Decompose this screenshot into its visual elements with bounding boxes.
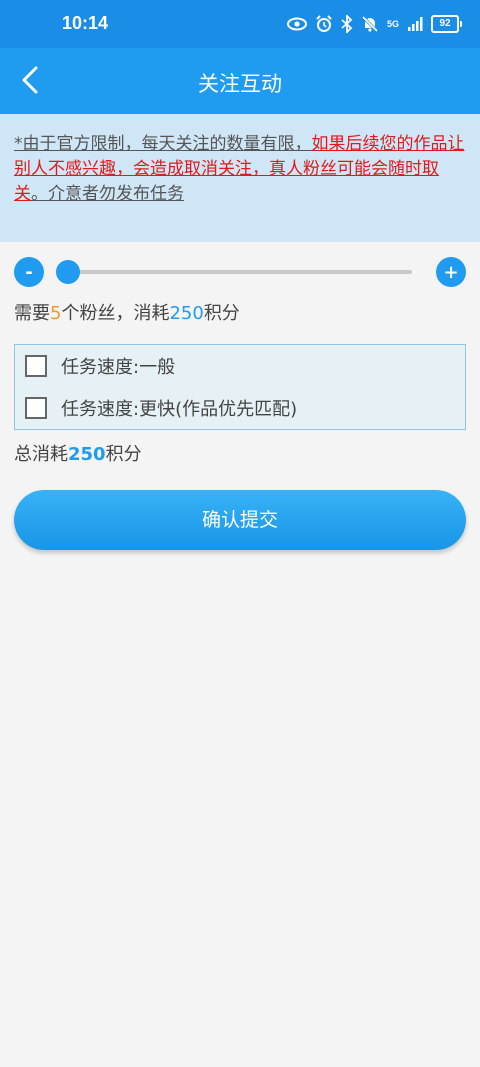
notice-banner: *由于官方限制，每天关注的数量有限，如果后续您的作品让别人不感兴趣，会造成取消关…	[0, 114, 480, 242]
need-middle: 个粉丝，消耗	[61, 303, 170, 324]
notice-text: *由于官方限制，每天关注的数量有限，如果后续您的作品让别人不感兴趣，会造成取消关…	[14, 132, 466, 207]
checkbox[interactable]	[25, 397, 47, 419]
slider-track[interactable]	[68, 270, 412, 274]
points-cost: 250	[169, 303, 204, 324]
follower-count: 5	[50, 303, 62, 324]
total-suffix: 积分	[105, 444, 142, 465]
requirement-text: 需要5个粉丝，消耗250积分	[14, 299, 240, 325]
signal-icon	[408, 17, 423, 31]
slider-thumb[interactable]	[56, 260, 80, 284]
need-suffix: 积分	[203, 303, 240, 324]
status-bar: 10:14 5G 92	[0, 0, 480, 48]
speed-option-label: 任务速度:更快(作品优先匹配)	[61, 399, 298, 420]
page-title: 关注互动	[198, 72, 282, 96]
battery-level: 92	[431, 15, 459, 33]
checkbox[interactable]	[25, 355, 47, 377]
notice-part-3: 。介意者勿发布任务	[31, 184, 184, 204]
total-points: 250	[68, 444, 106, 465]
bluetooth-icon	[341, 15, 353, 33]
status-icons: 5G 92	[286, 12, 462, 36]
speed-option-faster[interactable]: 任务速度:更快(作品优先匹配)	[25, 394, 297, 422]
follower-slider-row: - +	[14, 257, 466, 287]
eye-icon	[286, 17, 307, 31]
plus-icon: +	[443, 261, 459, 283]
network-type-label: 5G	[386, 19, 399, 29]
mute-bell-icon	[361, 15, 379, 33]
nav-bar: 关注互动	[0, 48, 480, 114]
speed-options-box: 任务速度:一般 任务速度:更快(作品优先匹配)	[14, 344, 466, 430]
total-cost-text: 总消耗250积分	[14, 440, 142, 466]
battery-icon: 92	[431, 15, 462, 33]
submit-button[interactable]: 确认提交	[14, 490, 466, 550]
speed-option-label: 任务速度:一般	[61, 357, 176, 378]
decrease-button[interactable]: -	[14, 257, 44, 287]
speed-option-normal[interactable]: 任务速度:一般	[25, 352, 175, 380]
need-prefix: 需要	[14, 303, 50, 324]
notice-part-1: *由于官方限制，每天关注的数量有限，	[14, 134, 312, 154]
minus-icon: -	[25, 261, 33, 283]
status-time: 10:14	[62, 13, 109, 33]
increase-button[interactable]: +	[436, 257, 466, 287]
alarm-icon	[316, 15, 332, 32]
total-prefix: 总消耗	[14, 444, 68, 465]
